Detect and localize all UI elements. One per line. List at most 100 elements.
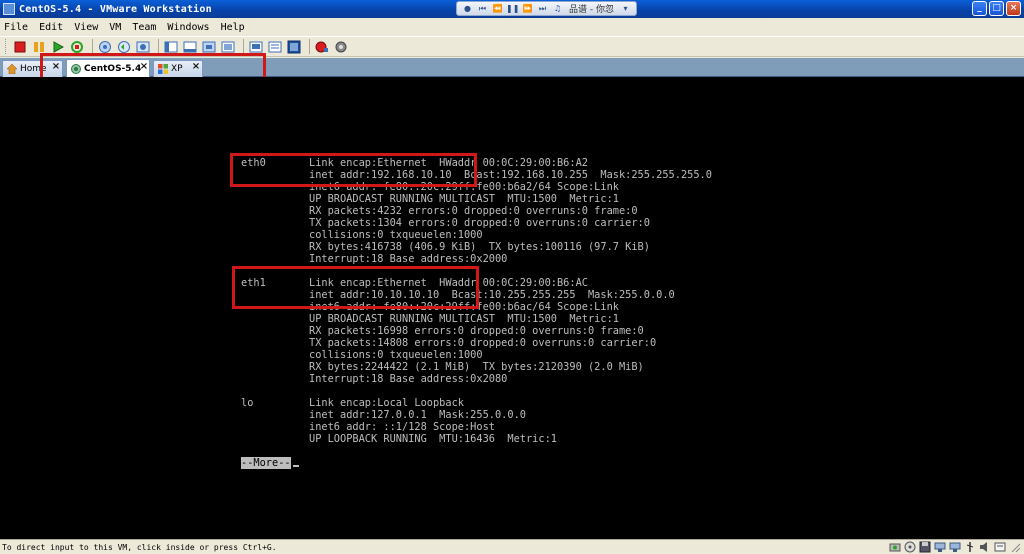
window-title: CentOS-5.4 - VMware Workstation [19,3,212,15]
message-log-icon[interactable] [994,541,1006,553]
summary-view-button[interactable] [267,39,283,55]
next-track-icon[interactable]: ⏭ [536,3,549,14]
more-prompt[interactable]: --More-- [241,457,291,469]
player-logo-icon: ● [464,4,471,13]
console-line: eth1 Link encap:Ethernet HWaddr 00:0C:29:… [241,277,712,289]
unity-button[interactable] [220,39,236,55]
full-screen-icon [202,41,216,52]
reset-button[interactable] [69,39,85,55]
tab-xp-close-button[interactable]: × [190,61,202,73]
pause-icon [34,41,44,52]
interface-detail: inet addr:127.0.0.1 Mask:255.0.0.0 [309,409,526,421]
menu-vm[interactable]: VM [109,22,121,33]
interface-detail: TX packets:1304 errors:0 dropped:0 overr… [309,217,650,229]
replay-button[interactable] [333,39,349,55]
console-line: eth0 Link encap:Ethernet HWaddr 00:0C:29:… [241,157,712,169]
console-line: Interrupt:18 Base address:0x2000 [241,253,712,265]
interface-detail: inet6 addr: fe80::20c:29ff:fe00:b6a2/64 … [309,181,619,193]
menu-team[interactable]: Team [132,22,156,33]
unity-icon [221,41,235,52]
summary-view-icon [268,41,282,52]
minimize-button[interactable]: _ [972,1,987,16]
interface-detail: UP BROADCAST RUNNING MULTICAST MTU:1500 … [309,313,619,325]
toolbar [0,36,1024,57]
toolbar-separator [309,39,310,54]
thumbnail-view-icon [287,40,301,53]
tab-home-close-button[interactable]: × [50,61,62,73]
text-cursor [292,465,299,467]
revert-snapshot-button[interactable] [116,39,132,55]
interface-detail: inet addr:192.168.10.10 Bcast:192.168.10… [309,169,712,181]
interface-name: eth0 [241,157,266,169]
sidebar-toggle-button[interactable] [163,39,179,55]
resize-grip-icon[interactable] [1009,541,1021,553]
interface-detail: Link encap:Local Loopback [309,397,464,409]
network-adapter-2-icon[interactable] [949,541,961,553]
console-line: lo Link encap:Local Loopback [241,397,712,409]
rewind-icon[interactable]: ⏪ [491,3,504,14]
usb-icon[interactable] [964,541,976,553]
maximize-button[interactable]: □ [989,1,1004,16]
menu-file[interactable]: File [4,22,28,33]
sound-icon[interactable] [979,541,991,553]
console-line: RX packets:4232 errors:0 dropped:0 overr… [241,205,712,217]
snapshot-manager-button[interactable] [135,39,151,55]
console-line: collisions:0 txqueuelen:1000 [241,229,712,241]
console-output: eth0 Link encap:Ethernet HWaddr 00:0C:29:… [241,157,712,469]
thumbnail-view-button[interactable] [286,39,302,55]
interface-detail: RX bytes:2244422 (2.1 MiB) TX bytes:2120… [309,361,644,373]
interface-detail: TX packets:14808 errors:0 dropped:0 over… [309,337,657,349]
take-snapshot-button[interactable] [97,39,113,55]
pause-icon[interactable]: ❚❚ [506,3,519,14]
vm-console[interactable]: eth0 Link encap:Ethernet HWaddr 00:0C:29:… [0,77,1024,539]
interface-detail: inet6 addr: ::1/128 Scope:Host [309,421,495,433]
full-screen-button[interactable] [201,39,217,55]
prev-track-icon[interactable]: ⏮ [476,3,489,14]
toolbar-grip[interactable] [5,39,8,54]
interface-detail: Interrupt:18 Base address:0x2000 [309,253,508,265]
volume-icon[interactable]: ♫ [551,3,564,14]
console-line: collisions:0 txqueuelen:1000 [241,349,712,361]
menu-view[interactable]: View [74,22,98,33]
reset-icon [71,40,83,53]
record-button[interactable] [314,39,330,55]
console-line: UP BROADCAST RUNNING MULTICAST MTU:1500 … [241,193,712,205]
player-menu-icon[interactable]: ▾ [619,3,632,14]
cd-dvd-icon[interactable] [904,541,916,553]
interface-detail: Interrupt:18 Base address:0x2080 [309,373,508,385]
console-view-button[interactable] [248,39,264,55]
interface-detail: inet6 addr: fe80::20c:29ff:fe00:b6ac/64 … [309,301,619,313]
menu-edit[interactable]: Edit [39,22,63,33]
toolbar-separator [158,39,159,54]
quick-switch-button[interactable] [182,39,198,55]
console-line: inet addr:127.0.0.1 Mask:255.0.0.0 [241,409,712,421]
interface-name: lo [241,397,254,409]
revert-icon [118,40,130,53]
tab-centos-close-button[interactable]: × [138,61,150,73]
suspend-button[interactable] [31,39,47,55]
network-adapter-icon[interactable] [934,541,946,553]
menu-windows[interactable]: Windows [167,22,209,33]
forward-icon[interactable]: ⏩ [521,3,534,14]
menu-bar: File Edit View VM Team Windows Help [0,18,1024,36]
console-line: TX packets:14808 errors:0 dropped:0 over… [241,337,712,349]
more-prompt-line: --More-- [241,457,712,469]
interface-detail: RX packets:16998 errors:0 dropped:0 over… [309,325,644,337]
interface-detail: UP LOOPBACK RUNNING MTU:16436 Metric:1 [309,433,557,445]
interface-detail: UP BROADCAST RUNNING MULTICAST MTU:1500 … [309,193,619,205]
now-playing-text: 品谱 - 你忽 [569,5,614,15]
close-window-button[interactable]: × [1006,1,1021,16]
menu-help[interactable]: Help [221,22,245,33]
console-line: inet addr:10.10.10.10 Bcast:10.255.255.2… [241,289,712,301]
sidebar-icon [164,41,178,52]
stop-icon [14,41,26,52]
power-on-button[interactable] [50,39,66,55]
home-icon [7,64,17,74]
power-off-button[interactable] [12,39,28,55]
floppy-icon[interactable] [919,541,931,553]
replay-icon [335,41,347,52]
record-icon [315,41,328,52]
vm-running-icon [71,63,81,74]
hard-disk-icon[interactable] [889,541,901,553]
